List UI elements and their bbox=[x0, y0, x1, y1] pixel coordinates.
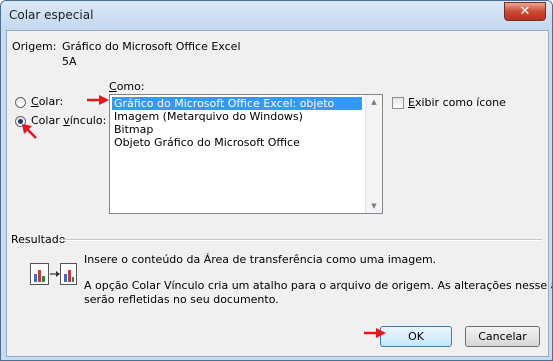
paste-link-result-icon bbox=[30, 263, 77, 285]
show-as-icon-label[interactable]: Exibir como ícone bbox=[408, 96, 506, 109]
close-button[interactable]: ✕ bbox=[504, 2, 546, 21]
scroll-up-icon[interactable]: ▲ bbox=[366, 98, 382, 106]
list-item[interactable]: Bitmap bbox=[112, 123, 155, 136]
annotation-arrow-ok-icon bbox=[364, 328, 386, 338]
ok-button[interactable]: OK bbox=[380, 326, 452, 347]
dialog-title: Colar especial bbox=[9, 8, 94, 22]
list-item[interactable]: Imagem (Metarquivo do Windows) bbox=[112, 110, 305, 123]
as-listbox[interactable]: Gráfico do Microsoft Office Excel: objet… bbox=[109, 94, 383, 214]
show-as-icon-checkbox[interactable] bbox=[392, 97, 404, 109]
annotation-arrow-radio-icon bbox=[22, 124, 37, 139]
origin-range: 5A bbox=[62, 55, 77, 68]
origin-value: Gráfico do Microsoft Office Excel bbox=[62, 40, 241, 53]
as-label: Como: bbox=[109, 80, 145, 93]
paste-radio[interactable] bbox=[15, 97, 26, 108]
result-description-1: Insere o conteúdo da Área de transferênc… bbox=[84, 253, 437, 266]
close-icon: ✕ bbox=[519, 4, 531, 19]
result-heading: Resultado bbox=[11, 233, 66, 246]
result-description-3: serão refletidas no seu documento. bbox=[84, 293, 279, 306]
list-item[interactable]: Gráfico do Microsoft Office Excel: objet… bbox=[112, 97, 362, 110]
scroll-down-icon[interactable]: ▼ bbox=[366, 202, 382, 210]
origin-label: Origem: bbox=[12, 40, 57, 53]
paste-link-radio-label[interactable]: Colar vínculo: bbox=[31, 114, 106, 127]
annotation-arrow-list-icon bbox=[87, 95, 109, 105]
paste-special-dialog: Colar especial ✕ Origem: Gráfico do Micr… bbox=[0, 0, 553, 361]
paste-radio-label[interactable]: Colar: bbox=[31, 95, 63, 108]
cancel-button[interactable]: Cancelar bbox=[465, 326, 540, 347]
list-item[interactable]: Objeto Gráfico do Microsoft Office bbox=[112, 136, 302, 149]
title-bar: Colar especial ✕ bbox=[1, 1, 552, 30]
listbox-scrollbar[interactable]: ▲ ▼ bbox=[365, 95, 382, 213]
result-divider bbox=[59, 239, 542, 241]
dialog-body: Origem: Gráfico do Microsoft Office Exce… bbox=[6, 30, 552, 357]
result-description-2: A opção Colar Vínculo cria um atalho par… bbox=[84, 279, 553, 292]
